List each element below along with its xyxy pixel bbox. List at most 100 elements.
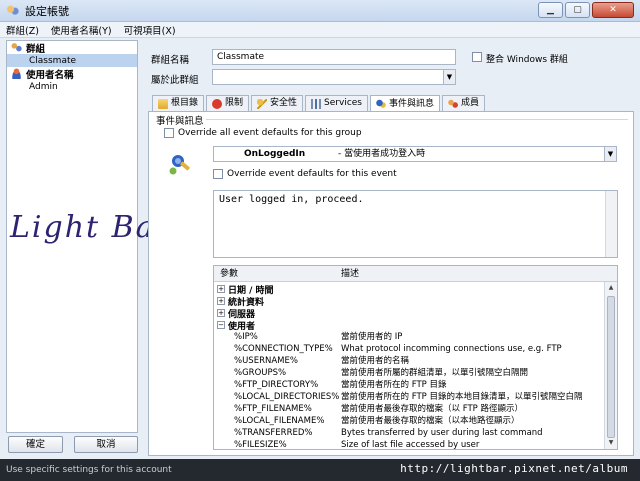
ok-button[interactable]: 確定 <box>8 436 63 453</box>
windows-group-checkbox[interactable] <box>472 52 482 62</box>
tab-label: 限制 <box>225 98 244 108</box>
parent-group-label: 屬於此群組 <box>151 75 199 86</box>
expand-icon[interactable]: + <box>217 309 225 317</box>
menu-username[interactable]: 使用者名稱(Y) <box>51 23 112 37</box>
close-button[interactable]: ✕ <box>592 2 634 18</box>
minimize-button[interactable]: ▁ <box>538 2 563 18</box>
row-param: %USERNAME% <box>234 356 298 366</box>
row-desc: What protocol incomming connections use,… <box>341 344 562 354</box>
row-desc: Size of last file accessed by user <box>341 440 480 450</box>
tab-label: 事件與訊息 <box>389 98 435 109</box>
table-row[interactable]: %IP% 當前使用者的 IP <box>214 331 605 343</box>
tab-limits[interactable]: 限制 <box>206 95 250 111</box>
row-desc: Bytes transferred by user during last co… <box>341 428 543 438</box>
table-row[interactable]: %LOCAL_FILENAME% 當前使用者最後存取的檔案（以本地路徑顯示） <box>214 415 605 427</box>
cancel-button[interactable]: 取消 <box>74 436 138 453</box>
table-row[interactable]: %TRANSFERRED% Bytes transferred by user d… <box>214 427 605 439</box>
override-all-checkbox[interactable] <box>164 128 174 138</box>
grid-header: 參數 描述 <box>214 266 617 282</box>
collapse-icon[interactable]: − <box>217 321 225 329</box>
row-param: %GROUPS% <box>234 368 287 378</box>
scroll-down-icon[interactable]: ▼ <box>605 437 617 449</box>
message-scrollbar[interactable] <box>605 191 617 257</box>
group-icon <box>11 42 22 53</box>
title-bar: 設定帳號 ▁ ▢ ✕ <box>0 0 640 22</box>
tab-label: 成員 <box>461 98 480 108</box>
expand-icon[interactable]: + <box>217 297 225 305</box>
row-desc: 當前使用者所在的 FTP 目錄 <box>341 380 447 390</box>
parent-group-dropdown[interactable]: ▼ <box>212 69 456 85</box>
tab-label: 根目錄 <box>171 98 199 108</box>
row-desc: 當前使用者所屬的群組清單，以單引號隔空白隔開 <box>341 368 529 378</box>
row-desc: 當前使用者的名稱 <box>341 356 410 366</box>
tree-item-classmate[interactable]: Classmate <box>7 54 137 67</box>
events-icon <box>376 99 386 109</box>
tree-groups-label: 群組 <box>26 43 46 55</box>
category-row[interactable]: + 日期 / 時間 <box>214 283 605 296</box>
event-select[interactable]: OnLoggedIn - 當使用者成功登入時 ▼ <box>213 146 617 162</box>
category-row[interactable]: + 統計資料 <box>214 295 605 308</box>
grid-scrollbar[interactable]: ▲ ▼ <box>604 282 617 449</box>
row-param: %LOCAL_DIRECTORIES% <box>234 392 340 402</box>
scrollbar-thumb[interactable] <box>607 296 615 438</box>
table-row[interactable]: %LOCAL_DIRECTORIES% 當前使用者所在的 FTP 目錄的本地目錄清… <box>214 391 605 403</box>
message-text: User logged in, proceed. <box>219 194 364 205</box>
event-icon <box>169 155 190 175</box>
url-overlay: http://lightbar.pixnet.net/album <box>400 462 628 475</box>
tab-members[interactable]: 成員 <box>442 95 486 111</box>
tab-security[interactable]: 安全性 <box>251 95 304 111</box>
tree-users-label: 使用者名稱 <box>26 69 74 81</box>
tab-services[interactable]: Services <box>305 95 368 111</box>
maximize-button[interactable]: ▢ <box>565 2 590 18</box>
chevron-down-icon[interactable]: ▼ <box>443 70 455 84</box>
row-param: %CONNECTION_TYPE% <box>234 344 333 354</box>
table-row[interactable]: %USERNAME% 當前使用者的名稱 <box>214 355 605 367</box>
tab-label: Services <box>324 98 362 108</box>
members-icon <box>448 98 459 109</box>
event-name: OnLoggedIn <box>244 149 306 159</box>
row-desc: 當前使用者所在的 FTP 目錄的本地目錄清單，以單引號隔空白隔 <box>341 392 583 402</box>
status-text: Use specific settings for this account <box>6 465 172 475</box>
row-desc: 當前使用者的 IP <box>341 332 403 342</box>
tree-groups-node[interactable]: 群組 <box>7 41 137 55</box>
app-users-icon <box>6 4 19 17</box>
section-title: 事件與訊息 <box>156 116 204 127</box>
scroll-up-icon[interactable]: ▲ <box>605 282 617 294</box>
chevron-down-icon[interactable]: ▼ <box>604 147 616 161</box>
category-row[interactable]: − 使用者 <box>214 319 605 332</box>
table-row[interactable]: %FTP_FILENAME% 當前使用者最後存取的檔案（以 FTP 路徑顯示） <box>214 403 605 415</box>
column-header-param[interactable]: 參數 <box>214 266 341 281</box>
table-row[interactable]: %CONNECTION_TYPE% What protocol incomming… <box>214 343 605 355</box>
category-label: 使用者 <box>228 321 256 332</box>
override-event-label: Override event defaults for this event <box>227 169 397 179</box>
expand-icon[interactable]: + <box>217 285 225 293</box>
table-row[interactable]: %GROUPS% 當前使用者所屬的群組清單，以單引號隔空白隔開 <box>214 367 605 379</box>
menu-group[interactable]: 群組(Z) <box>6 23 39 37</box>
message-textarea[interactable]: User logged in, proceed. <box>213 190 618 258</box>
row-desc: 當前使用者最後存取的檔案（以本地路徑顯示） <box>341 416 520 426</box>
row-param: %FTP_FILENAME% <box>234 404 312 414</box>
tab-strip: 根目錄 限制 安全性 Services 事件與訊息 成員 <box>152 95 486 112</box>
user-icon <box>11 68 22 79</box>
menu-visible-items[interactable]: 可視項目(X) <box>124 23 176 37</box>
table-row[interactable]: %FTP_DIRECTORY% 當前使用者所在的 FTP 目錄 <box>214 379 605 391</box>
override-event-checkbox[interactable] <box>213 169 223 179</box>
row-param: %LOCAL_FILENAME% <box>234 416 325 426</box>
tree-users-node[interactable]: 使用者名稱 <box>7 67 137 81</box>
group-name-input[interactable]: Classmate <box>212 49 456 65</box>
group-name-label: 群組名稱 <box>151 55 190 66</box>
table-row[interactable]: %FILESIZE% Size of last file accessed by … <box>214 439 605 450</box>
row-param: %TRANSFERRED% <box>234 428 313 438</box>
tree-item-admin[interactable]: Admin <box>7 80 137 93</box>
windows-group-label: 整合 Windows 群組 <box>486 55 568 65</box>
tree-item-label: Admin <box>29 81 58 92</box>
menu-bar: 群組(Z) 使用者名稱(Y) 可視項目(X) <box>0 22 640 38</box>
row-desc: 當前使用者最後存取的檔案（以 FTP 路徑顯示） <box>341 404 523 414</box>
tab-events-messages[interactable]: 事件與訊息 <box>370 95 441 112</box>
window-title: 設定帳號 <box>25 4 69 18</box>
variables-grid[interactable]: 參數 描述 + 日期 / 時間 + 統計資料 + 伺服器 − 使用者 %IP% 當… <box>213 265 618 450</box>
category-row[interactable]: + 伺服器 <box>214 307 605 320</box>
tab-root-directory[interactable]: 根目錄 <box>152 95 205 111</box>
tree-item-label: Classmate <box>29 55 77 66</box>
column-header-desc[interactable]: 描述 <box>341 266 617 281</box>
